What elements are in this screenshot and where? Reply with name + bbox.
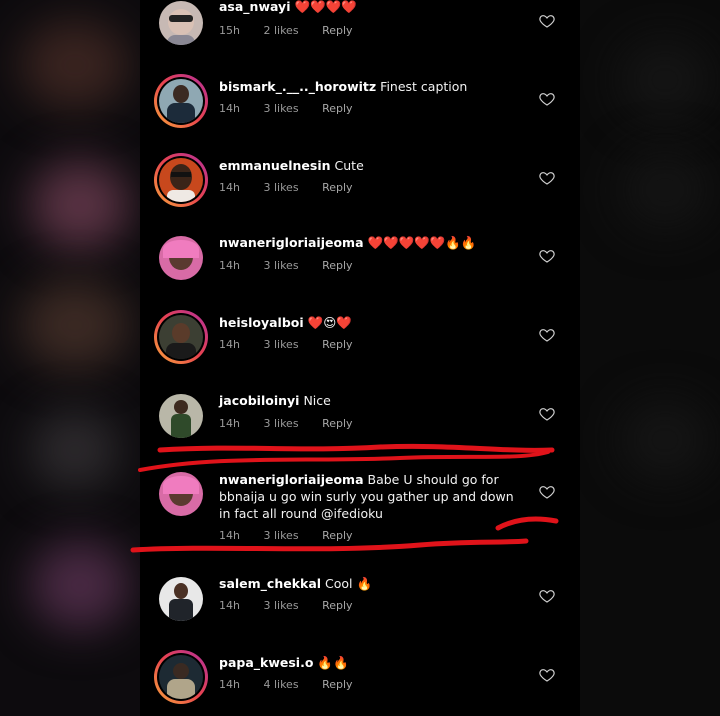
avatar[interactable] <box>154 572 208 626</box>
heart-outline-icon[interactable] <box>539 588 555 604</box>
comment-text: nwanerigloriaijeoma Babe U should go for… <box>219 471 519 522</box>
heart-outline-icon[interactable] <box>539 13 555 29</box>
comment-time: 14h <box>219 417 240 430</box>
avatar[interactable] <box>154 0 208 50</box>
comment-likes[interactable]: 3 likes <box>263 338 298 351</box>
comment-time: 14h <box>219 102 240 115</box>
avatar[interactable] <box>154 310 208 364</box>
reply-button[interactable]: Reply <box>322 417 352 430</box>
comment-text: emmanuelnesin Cute <box>219 157 519 174</box>
comment-username[interactable]: heisloyalboi <box>219 315 304 330</box>
comment-body: Cute <box>334 158 364 173</box>
comment-username[interactable]: emmanuelnesin <box>219 158 331 173</box>
comment-username[interactable]: salem_chekkal <box>219 576 321 591</box>
comment-likes[interactable]: 3 likes <box>263 417 298 430</box>
comment-time: 14h <box>219 529 240 542</box>
comment-text: nwanerigloriaijeoma ❤️❤️❤️❤️❤️🔥🔥 <box>219 234 519 251</box>
comment-meta: 14h 3 likes Reply <box>219 529 373 542</box>
comment-time: 14h <box>219 599 240 612</box>
comment-meta: 14h 3 likes Reply <box>219 417 373 430</box>
comment-username[interactable]: nwanerigloriaijeoma <box>219 235 364 250</box>
comment-body: Finest caption <box>380 79 468 94</box>
comment-time: 14h <box>219 181 240 194</box>
heart-outline-icon[interactable] <box>539 170 555 186</box>
comment-body: ❤️❤️❤️❤️ <box>294 0 357 14</box>
comment-time: 14h <box>219 678 240 691</box>
comment-text: bismark_.__.._horowitz Finest caption <box>219 78 519 95</box>
comment-text: heisloyalboi ❤️😍❤️ <box>219 314 519 331</box>
comment-likes[interactable]: 3 likes <box>263 102 298 115</box>
comment-meta: 14h 3 likes Reply <box>219 338 373 351</box>
comment-text: asa_nwayi ❤️❤️❤️❤️ <box>219 0 519 15</box>
comment-likes[interactable]: 4 likes <box>263 678 298 691</box>
heart-outline-icon[interactable] <box>539 248 555 264</box>
comment-likes[interactable]: 3 likes <box>263 529 298 542</box>
reply-button[interactable]: Reply <box>322 181 352 194</box>
comment-meta: 14h 3 likes Reply <box>219 259 373 272</box>
comment-likes[interactable]: 3 likes <box>263 599 298 612</box>
reply-button[interactable]: Reply <box>322 24 352 37</box>
avatar[interactable] <box>154 650 208 704</box>
reply-button[interactable]: Reply <box>322 678 352 691</box>
heart-outline-icon[interactable] <box>539 667 555 683</box>
comment-meta: 14h 3 likes Reply <box>219 599 373 612</box>
comment-likes[interactable]: 3 likes <box>263 259 298 272</box>
comment-text: jacobiloinyi Nice <box>219 392 519 409</box>
blurred-background-left <box>0 0 140 716</box>
avatar[interactable] <box>154 74 208 128</box>
comments-panel: asa_nwayi ❤️❤️❤️❤️ 15h 2 likes Reply bis… <box>140 0 580 716</box>
comment-username[interactable]: asa_nwayi <box>219 0 291 14</box>
comment-time: 14h <box>219 259 240 272</box>
comment-likes[interactable]: 3 likes <box>263 181 298 194</box>
reply-button[interactable]: Reply <box>322 259 352 272</box>
comment-meta: 14h 3 likes Reply <box>219 102 373 115</box>
comment-meta: 15h 2 likes Reply <box>219 24 373 37</box>
comment-body: 🔥🔥 <box>317 655 349 670</box>
comment-body: ❤️❤️❤️❤️❤️🔥🔥 <box>367 235 477 250</box>
reply-button[interactable]: Reply <box>322 338 352 351</box>
comment-body: ❤️😍❤️ <box>307 315 352 330</box>
comment-username[interactable]: papa_kwesi.o <box>219 655 313 670</box>
avatar[interactable] <box>154 231 208 285</box>
heart-outline-icon[interactable] <box>539 484 555 500</box>
heart-outline-icon[interactable] <box>539 327 555 343</box>
comment-meta: 14h 4 likes Reply <box>219 678 373 691</box>
comment-time: 15h <box>219 24 240 37</box>
comment-body: Nice <box>303 393 331 408</box>
blurred-background-right <box>580 0 720 716</box>
comment-likes[interactable]: 2 likes <box>263 24 298 37</box>
reply-button[interactable]: Reply <box>322 599 352 612</box>
heart-outline-icon[interactable] <box>539 406 555 422</box>
heart-outline-icon[interactable] <box>539 91 555 107</box>
avatar[interactable] <box>154 389 208 443</box>
avatar[interactable] <box>154 467 208 521</box>
comment-username[interactable]: bismark_.__.._horowitz <box>219 79 376 94</box>
avatar[interactable] <box>154 153 208 207</box>
comment-username[interactable]: jacobiloinyi <box>219 393 299 408</box>
comment-text: salem_chekkal Cool 🔥 <box>219 575 519 592</box>
comment-text: papa_kwesi.o 🔥🔥 <box>219 654 519 671</box>
comment-body: Cool 🔥 <box>325 576 373 591</box>
reply-button[interactable]: Reply <box>322 529 352 542</box>
comment-username[interactable]: nwanerigloriaijeoma <box>219 472 364 487</box>
comment-time: 14h <box>219 338 240 351</box>
comment-meta: 14h 3 likes Reply <box>219 181 373 194</box>
reply-button[interactable]: Reply <box>322 102 352 115</box>
